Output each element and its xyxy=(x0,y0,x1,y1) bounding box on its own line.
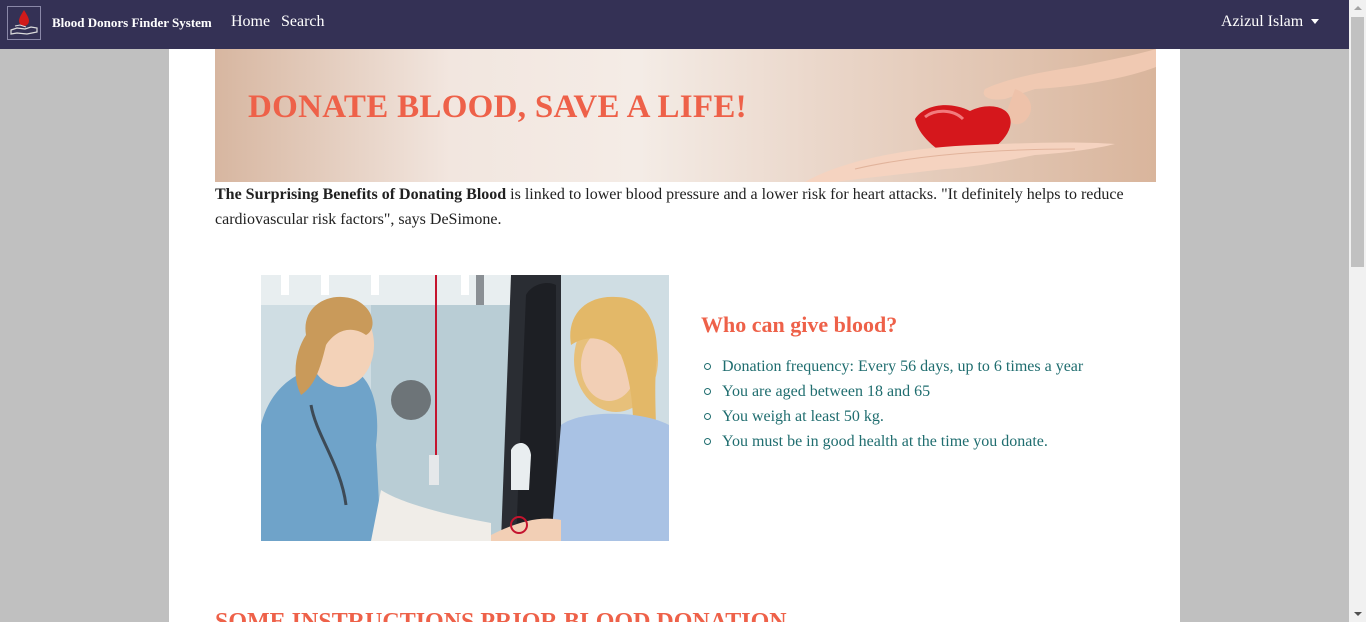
main-content: DONATE BLOOD, SAVE A LIFE! The Surprisin… xyxy=(169,49,1180,622)
list-item: You weigh at least 50 kg. xyxy=(701,404,1083,429)
brand-name[interactable]: Blood Donors Finder System xyxy=(52,15,212,31)
intro-paragraph: The Surprising Benefits of Donating Bloo… xyxy=(215,182,1155,232)
list-item: You must be in good health at the time y… xyxy=(701,429,1083,454)
scroll-thumb[interactable] xyxy=(1351,17,1364,267)
instructions-heading: SOME INSTRUCTIONS PRIOR BLOOD DONATION xyxy=(215,609,787,622)
caret-down-icon xyxy=(1311,18,1320,24)
scroll-down-arrow-icon[interactable] xyxy=(1349,605,1366,622)
user-dropdown[interactable]: Azizul Islam xyxy=(1221,13,1320,31)
list-item: You are aged between 18 and 65 xyxy=(701,379,1083,404)
eligibility-list: Donation frequency: Every 56 days, up to… xyxy=(701,354,1083,454)
vertical-scrollbar[interactable] xyxy=(1349,0,1366,622)
user-name: Azizul Islam xyxy=(1221,13,1304,30)
banner-title: DONATE BLOOD, SAVE A LIFE! xyxy=(248,89,747,125)
nurse-donor-photo xyxy=(261,275,669,541)
blood-drop-hand-logo-icon[interactable] xyxy=(7,6,41,40)
who-can-give-heading: Who can give blood? xyxy=(701,312,898,337)
scroll-up-arrow-icon[interactable] xyxy=(1349,0,1366,17)
nav-home-link[interactable]: Home xyxy=(231,13,270,31)
hands-heart-image xyxy=(805,49,1156,182)
list-item: Donation frequency: Every 56 days, up to… xyxy=(701,354,1083,379)
top-navbar: Blood Donors Finder System Home Search A… xyxy=(0,0,1349,49)
intro-bold-text: The Surprising Benefits of Donating Bloo… xyxy=(215,186,507,203)
nav-search-link[interactable]: Search xyxy=(281,13,325,31)
hero-banner: DONATE BLOOD, SAVE A LIFE! xyxy=(215,49,1156,182)
